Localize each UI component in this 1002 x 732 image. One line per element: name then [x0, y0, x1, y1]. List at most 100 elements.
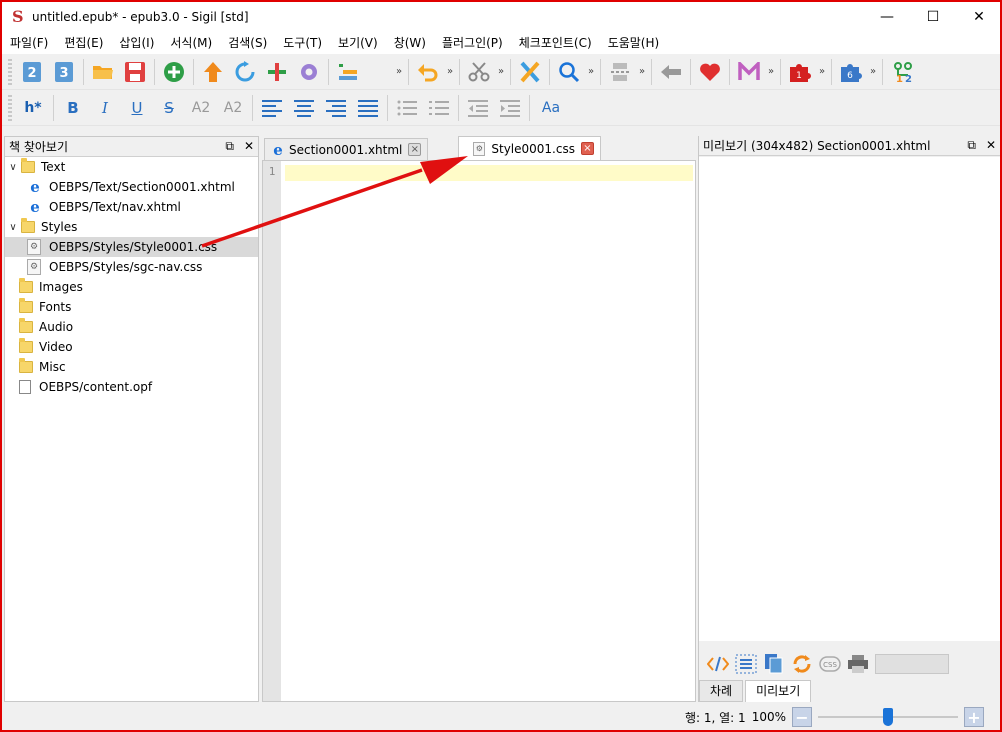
increase-indent-button[interactable]	[496, 94, 524, 122]
donate-button[interactable]	[696, 58, 724, 86]
toolbar-grip[interactable]	[8, 58, 12, 85]
toolbar-overflow-chevron[interactable]: »	[868, 66, 878, 77]
menu-insert[interactable]: 삽입(I)	[111, 32, 162, 54]
menu-format[interactable]: 서식(M)	[162, 32, 220, 54]
strikethrough-button[interactable]: S	[155, 94, 183, 122]
zoom-slider[interactable]	[818, 706, 958, 728]
toolbar-overflow-chevron[interactable]: »	[817, 66, 827, 77]
tree-folder-text[interactable]: ∨ Text	[5, 157, 258, 177]
add-existing-button[interactable]	[263, 58, 291, 86]
save-button[interactable]	[121, 58, 149, 86]
zoom-in-button[interactable]: +	[964, 707, 984, 727]
tab-section0001[interactable]: e Section0001.xhtml ×	[264, 138, 429, 160]
toolbar-overflow-chevron[interactable]: »	[637, 66, 647, 77]
refresh-button[interactable]	[231, 58, 259, 86]
close-panel-icon[interactable]: ✕	[986, 138, 996, 153]
toolbar-overflow-chevron[interactable]: »	[766, 66, 776, 77]
open-button[interactable]	[89, 58, 117, 86]
metadata-button[interactable]	[334, 58, 362, 86]
insert-break-button[interactable]	[606, 58, 634, 86]
align-justify-button[interactable]	[354, 94, 382, 122]
tab-preview[interactable]: 미리보기	[745, 680, 812, 702]
new-epub3-button[interactable]: 3	[50, 58, 78, 86]
menu-edit[interactable]: 편집(E)	[56, 32, 111, 54]
tree-file-style0001[interactable]: ⚙ OEBPS/Styles/Style0001.css	[5, 237, 258, 257]
new-epub2-button[interactable]: 2	[18, 58, 46, 86]
tree-folder-video[interactable]: Video	[5, 337, 258, 357]
tab-toc[interactable]: 차례	[699, 680, 744, 702]
preferences-button[interactable]	[295, 58, 323, 86]
markdown-button[interactable]	[735, 58, 763, 86]
toggle-css-button[interactable]: CSS	[819, 653, 841, 675]
toolbar-overflow-chevron[interactable]: »	[394, 66, 404, 77]
float-panel-icon[interactable]: ⧉	[225, 139, 234, 154]
reload-preview-button[interactable]	[791, 653, 813, 675]
cut-button[interactable]	[465, 58, 493, 86]
tab-style0001[interactable]: ⚙ Style0001.css ×	[458, 136, 601, 160]
menu-plugins[interactable]: 플러그인(P)	[434, 32, 511, 54]
zoom-out-button[interactable]: −	[792, 707, 812, 727]
plugin-6-button[interactable]: 6	[837, 58, 865, 86]
undo-button[interactable]	[414, 58, 442, 86]
back-button[interactable]	[657, 58, 685, 86]
code-editor[interactable]: 1	[262, 160, 696, 702]
tree-folder-fonts[interactable]: Fonts	[5, 297, 258, 317]
menu-search[interactable]: 검색(S)	[220, 32, 275, 54]
select-all-button[interactable]	[735, 653, 757, 675]
tab-close-icon[interactable]: ×	[408, 143, 422, 156]
toolbar-overflow-chevron[interactable]: »	[445, 66, 455, 77]
heading-button[interactable]: h*	[18, 94, 48, 122]
menu-checkpoints[interactable]: 체크포인트(C)	[511, 32, 600, 54]
menu-file[interactable]: 파일(F)	[2, 32, 56, 54]
superscript-button[interactable]: A2	[219, 94, 247, 122]
align-left-button[interactable]	[258, 94, 286, 122]
bullet-list-button[interactable]	[393, 94, 421, 122]
tree-folder-audio[interactable]: Audio	[5, 317, 258, 337]
page-break-icon	[611, 62, 629, 81]
italic-button[interactable]: I	[91, 94, 119, 122]
minimize-button[interactable]: —	[864, 2, 910, 32]
tree-file-sgc-nav[interactable]: ⚙ OEBPS/Styles/sgc-nav.css	[5, 257, 258, 277]
tab-close-icon[interactable]: ×	[580, 142, 594, 155]
tree-folder-images[interactable]: Images	[5, 277, 258, 297]
status-bar: 행: 1, 열: 1 100% − +	[2, 702, 1000, 730]
maximize-button[interactable]: ☐	[910, 2, 956, 32]
align-center-button[interactable]	[290, 94, 318, 122]
tree-file-nav[interactable]: e OEBPS/Text/nav.xhtml	[5, 197, 258, 217]
subscript-button[interactable]: A2	[187, 94, 215, 122]
plugin-menu-button[interactable]: 12	[888, 58, 916, 86]
expand-arrow-icon[interactable]: ∨	[7, 222, 19, 233]
preview-viewport[interactable]	[699, 157, 1000, 641]
move-up-button[interactable]	[199, 58, 227, 86]
underline-button[interactable]: U	[123, 94, 151, 122]
float-panel-icon[interactable]: ⧉	[967, 138, 976, 153]
inspect-button[interactable]	[707, 653, 729, 675]
split-button[interactable]	[516, 58, 544, 86]
close-panel-icon[interactable]: ✕	[244, 139, 254, 154]
text-style-button[interactable]: Aa	[535, 94, 567, 122]
menu-view[interactable]: 보기(V)	[330, 32, 386, 54]
menu-tools[interactable]: 도구(T)	[275, 32, 330, 54]
expand-arrow-icon[interactable]: ∨	[7, 162, 19, 173]
menu-window[interactable]: 창(W)	[386, 32, 434, 54]
find-button[interactable]	[555, 58, 583, 86]
add-file-button[interactable]	[160, 58, 188, 86]
decrease-indent-button[interactable]	[464, 94, 492, 122]
toolbar-overflow-chevron[interactable]: »	[496, 66, 506, 77]
preview-zoom-box[interactable]	[875, 654, 949, 674]
align-right-button[interactable]	[322, 94, 350, 122]
zoom-slider-thumb[interactable]	[883, 708, 893, 726]
toolbar-overflow-chevron[interactable]: »	[586, 66, 596, 77]
tree-file-section0001[interactable]: e OEBPS/Text/Section0001.xhtml	[5, 177, 258, 197]
print-button[interactable]	[847, 653, 869, 675]
numbered-list-button[interactable]	[425, 94, 453, 122]
tree-folder-misc[interactable]: Misc	[5, 357, 258, 377]
tree-file-content-opf[interactable]: OEBPS/content.opf	[5, 377, 258, 397]
tree-folder-styles[interactable]: ∨ Styles	[5, 217, 258, 237]
plugin-1-button[interactable]: 1	[786, 58, 814, 86]
copy-button[interactable]	[763, 653, 785, 675]
toolbar-grip[interactable]	[8, 94, 12, 121]
close-button[interactable]: ✕	[956, 2, 1000, 32]
menu-help[interactable]: 도움말(H)	[600, 32, 668, 54]
bold-button[interactable]: B	[59, 94, 87, 122]
